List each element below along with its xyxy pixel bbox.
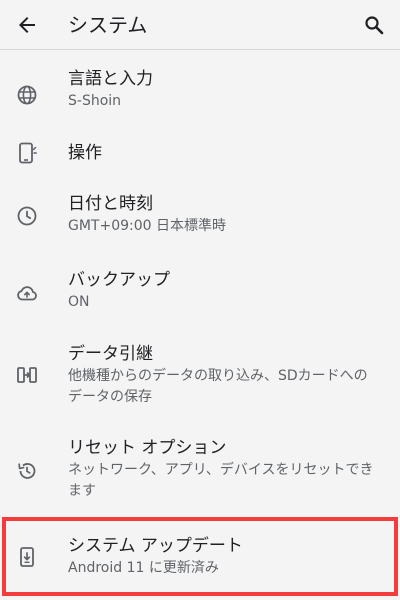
settings-item-summary: ネットワーク、アプリ、デバイスをリセットできます [68, 462, 374, 499]
restore-icon [15, 459, 39, 483]
settings-item-label: システム アップデート [68, 536, 243, 556]
settings-item-summary: Android 11 に更新済み [68, 560, 219, 576]
clock-icon [15, 204, 39, 228]
gesture-phone-icon [15, 141, 39, 165]
settings-item-summary: ON [68, 294, 90, 310]
settings-item-label: 日付と時刻 [68, 194, 153, 214]
settings-item-backup[interactable]: バックアップ ON [0, 262, 400, 338]
arrow-back-icon[interactable] [15, 13, 39, 37]
data-transfer-icon [15, 363, 39, 387]
settings-item-summary: 他機種からのデータの取り込み、SDカードへのデータの保存 [68, 368, 368, 405]
settings-item-label: 操作 [68, 143, 102, 163]
settings-item-system-update[interactable]: システム アップデート Android 11 に更新済み [0, 522, 400, 592]
settings-item-label: バックアップ [68, 270, 170, 290]
settings-item-gestures[interactable]: 操作 [0, 130, 400, 176]
system-update-icon [15, 545, 39, 569]
app-bar: システム [0, 0, 400, 50]
settings-item-label: データ引継 [68, 344, 153, 364]
settings-item-reset-options[interactable]: リセット オプション ネットワーク、アプリ、デバイスをリセットできます [0, 434, 400, 516]
search-icon[interactable] [362, 13, 386, 37]
page-title: システム [68, 13, 148, 37]
settings-item-date-time[interactable]: 日付と時刻 GMT+09:00 日本標準時 [0, 184, 400, 252]
settings-item-language-input[interactable]: 言語と入力 S-Shoin [0, 58, 400, 130]
settings-item-label: リセット オプション [68, 438, 227, 458]
settings-item-summary: S-Shoin [68, 93, 122, 109]
cloud-upload-icon [15, 281, 39, 305]
settings-item-label: 言語と入力 [68, 69, 153, 89]
settings-item-data-transfer[interactable]: データ引継 他機種からのデータの取り込み、SDカードへのデータの保存 [0, 338, 400, 424]
settings-item-summary: GMT+09:00 日本標準時 [68, 218, 227, 234]
globe-icon [15, 83, 39, 107]
